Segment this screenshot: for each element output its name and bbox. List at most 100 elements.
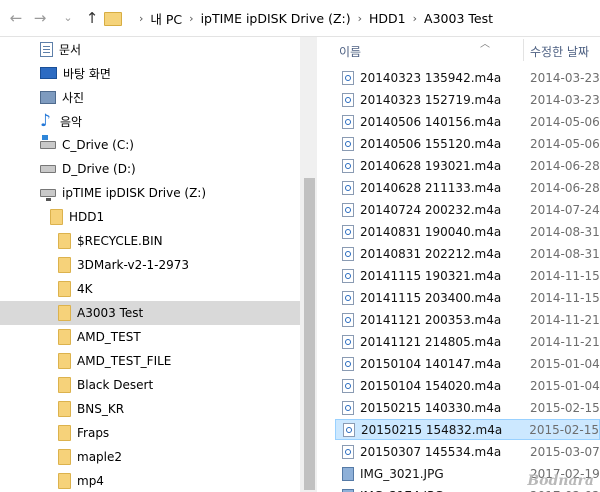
file-row[interactable]: 20141115 203400.m4a 2014-11-15 xyxy=(335,287,600,308)
file-date-modified: 2014-05-06 xyxy=(530,136,600,151)
drive-icon xyxy=(40,165,56,173)
nav-item[interactable]: Black Desert xyxy=(0,373,300,397)
audio-file-icon xyxy=(342,70,354,85)
file-row[interactable]: 20141121 200353.m4a 2014-11-21 xyxy=(335,309,600,330)
scrollbar-thumb[interactable] xyxy=(304,178,315,490)
breadcrumb-separator-icon[interactable]: › xyxy=(358,12,362,25)
file-date-modified: 2014-11-15 xyxy=(530,290,600,305)
nav-item[interactable]: 3DMark-v2-1-2973 xyxy=(0,253,300,277)
nav-item[interactable]: Fraps xyxy=(0,421,300,445)
forward-button[interactable]: → xyxy=(30,8,50,28)
nav-item-label: D_Drive (D:) xyxy=(62,162,136,176)
audio-file-icon xyxy=(342,158,354,173)
file-name: 20141121 200353.m4a xyxy=(360,312,502,327)
file-date-modified: 2014-03-23 xyxy=(530,70,600,85)
folder-icon xyxy=(58,329,71,345)
nav-item[interactable]: 바탕 화면 xyxy=(0,61,300,85)
breadcrumb-separator-icon[interactable]: › xyxy=(189,12,193,25)
audio-file-icon xyxy=(342,290,354,305)
nav-item[interactable]: D_Drive (D:) xyxy=(0,157,300,181)
nav-item[interactable]: HDD1 xyxy=(0,205,300,229)
up-button[interactable]: ↑ xyxy=(82,8,102,28)
folder-icon xyxy=(58,449,71,465)
column-date-modified[interactable]: 수정한 날짜 xyxy=(530,43,589,60)
nav-item-label: BNS_KR xyxy=(77,402,125,416)
breadcrumb-item[interactable]: 내 PC xyxy=(150,9,182,28)
up-arrow-icon: ↑ xyxy=(85,9,99,27)
nav-item[interactable]: maple2 xyxy=(0,445,300,469)
folder-icon xyxy=(104,12,122,26)
file-name: 20140323 152719.m4a xyxy=(360,92,502,107)
nav-item[interactable]: ♪ 음악 xyxy=(0,109,300,133)
file-row[interactable]: 20140323 152719.m4a 2014-03-23 xyxy=(335,89,600,110)
audio-file-icon xyxy=(343,422,355,437)
file-row[interactable]: 20150104 140147.m4a 2015-01-04 xyxy=(335,353,600,374)
pictures-icon xyxy=(40,90,56,104)
breadcrumb-item[interactable]: A3003 Test xyxy=(424,11,493,26)
file-name: 20150104 140147.m4a xyxy=(360,356,502,371)
file-row[interactable]: 20140628 211133.m4a 2014-06-28 xyxy=(335,177,600,198)
file-row[interactable]: 20141115 190321.m4a 2014-11-15 xyxy=(335,265,600,286)
file-row[interactable]: 20140724 200232.m4a 2014-07-24 xyxy=(335,199,600,220)
back-arrow-icon: ← xyxy=(9,9,23,27)
file-row[interactable]: 20150307 145534.m4a 2015-03-07 xyxy=(335,441,600,462)
nav-item[interactable]: AMD_TEST_FILE xyxy=(0,349,300,373)
file-date-modified: 2015-02-15 xyxy=(529,422,599,437)
breadcrumb-item[interactable]: HDD1 xyxy=(369,11,406,26)
document-icon xyxy=(40,41,53,57)
nav-item[interactable]: $RECYCLE.BIN xyxy=(0,229,300,253)
file-row[interactable]: 20150215 154832.m4a 2015-02-15 xyxy=(335,419,600,440)
file-name: 20140831 190040.m4a xyxy=(360,224,502,239)
file-date-modified: 2015-01-04 xyxy=(530,356,600,371)
column-name[interactable]: 이름 xyxy=(339,43,361,60)
file-row[interactable]: 20140506 140156.m4a 2014-05-06 xyxy=(335,111,600,132)
folder-icon xyxy=(58,353,71,369)
folder-icon xyxy=(58,401,71,417)
nav-item-label: Fraps xyxy=(77,426,110,440)
file-date-modified: 2014-11-15 xyxy=(530,268,600,283)
nav-item[interactable]: 사진 xyxy=(0,85,300,109)
file-name: IMG_3174.JPG xyxy=(360,489,530,492)
file-date-modified: 2014-08-31 xyxy=(530,224,600,239)
nav-item[interactable]: C_Drive (C:) xyxy=(0,133,300,157)
nav-item-label: AMD_TEST xyxy=(77,330,141,344)
nav-item[interactable]: BNS_KR xyxy=(0,397,300,421)
file-row[interactable]: 20140831 190040.m4a 2014-08-31 xyxy=(335,221,600,242)
column-divider[interactable] xyxy=(523,39,524,61)
file-row[interactable]: 20140628 193021.m4a 2014-06-28 xyxy=(335,155,600,176)
back-button[interactable]: ← xyxy=(6,8,26,28)
file-row[interactable]: 20150215 140330.m4a 2015-02-15 xyxy=(335,397,600,418)
audio-file-icon xyxy=(342,378,354,393)
nav-item[interactable]: A3003 Test xyxy=(0,301,300,325)
sort-ascending-icon: ︿ xyxy=(480,39,490,50)
nav-item[interactable]: 4K xyxy=(0,277,300,301)
nav-item[interactable]: 문서 xyxy=(0,37,300,61)
file-row[interactable]: 20140323 135942.m4a 2014-03-23 xyxy=(335,67,600,88)
file-name: 20140628 211133.m4a xyxy=(360,180,502,195)
nav-item[interactable]: mp4 xyxy=(0,469,300,492)
file-date-modified: 2014-08-31 xyxy=(530,246,600,261)
breadcrumb-separator-icon[interactable]: › xyxy=(139,12,143,25)
folder-icon xyxy=(58,257,71,273)
file-date-modified: 2014-07-24 xyxy=(530,202,600,217)
recent-locations-button[interactable]: ⌄ xyxy=(58,8,78,28)
folder-icon xyxy=(58,281,71,297)
file-row[interactable]: 20150104 154020.m4a 2015-01-04 xyxy=(335,375,600,396)
file-list: 이름 ︿ 수정한 날짜 20140323 135942.m4a 2014-03-2… xyxy=(317,37,600,492)
nav-item[interactable]: ipTIME ipDISK Drive (Z:) xyxy=(0,181,300,205)
breadcrumb[interactable]: › 내 PC › ipTIME ipDISK Drive (Z:) › HDD1 › A300… xyxy=(104,5,600,31)
file-row[interactable]: 20141121 214805.m4a 2014-11-21 xyxy=(335,331,600,352)
audio-file-icon xyxy=(342,246,354,261)
address-bar: ← → ⌄ ↑ › 내 PC › ipTIME ipDISK Drive (Z:) › H… xyxy=(0,0,600,37)
file-row[interactable]: 20140506 155120.m4a 2014-05-06 xyxy=(335,133,600,154)
folder-icon xyxy=(58,305,71,321)
nav-item-label: AMD_TEST_FILE xyxy=(77,354,172,368)
breadcrumb-item[interactable]: ipTIME ipDISK Drive (Z:) xyxy=(201,11,351,26)
navigation-pane: 문서 바탕 화면 사진 ♪ 음악 C_Drive (C:) D_Drive (D:) ipTI… xyxy=(0,37,300,492)
file-name: 20141121 214805.m4a xyxy=(360,334,502,349)
audio-file-icon xyxy=(342,224,354,239)
nav-item[interactable]: AMD_TEST xyxy=(0,325,300,349)
breadcrumb-separator-icon[interactable]: › xyxy=(413,12,417,25)
audio-file-icon xyxy=(342,400,354,415)
file-row[interactable]: 20140831 202212.m4a 2014-08-31 xyxy=(335,243,600,264)
